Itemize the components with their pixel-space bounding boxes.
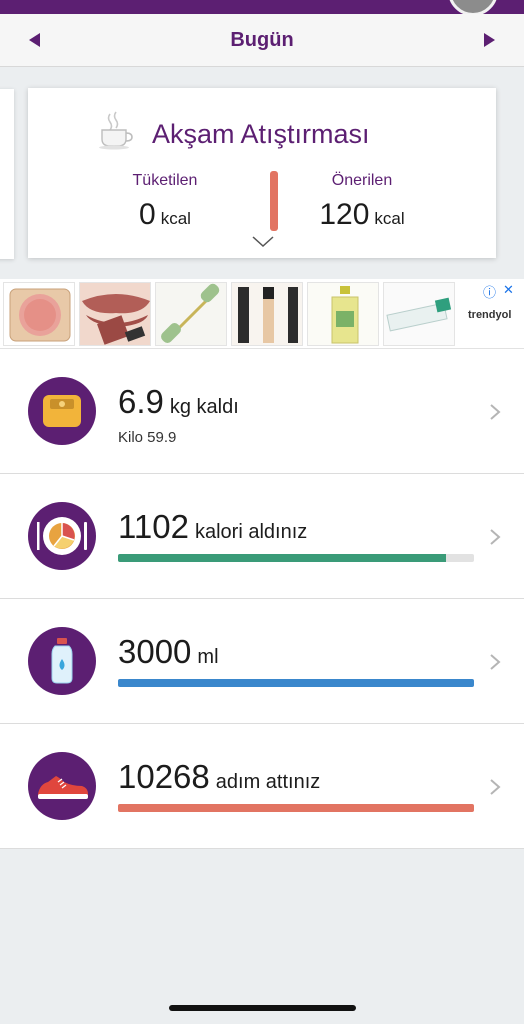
coffee-cup-icon bbox=[99, 111, 133, 150]
ad-close-icon[interactable]: ✕ bbox=[503, 282, 514, 298]
water-suffix: ml bbox=[197, 646, 219, 668]
steps-progress-fill bbox=[118, 804, 474, 812]
water-value: 3000 bbox=[118, 633, 192, 670]
consumed-unit: kcal bbox=[160, 209, 191, 228]
blush-product-image[interactable] bbox=[3, 282, 75, 346]
calories-row[interactable]: 1102 kalori aldınız bbox=[0, 474, 524, 599]
meal-carousel[interactable]: Akşam Atıştırması Tüketilen 0 kcal Öneril… bbox=[0, 67, 524, 279]
water-progress-fill bbox=[118, 679, 474, 687]
plate-icon bbox=[28, 502, 96, 570]
steps-value: 10268 bbox=[118, 758, 210, 795]
steps-suffix: adım attınız bbox=[215, 771, 321, 793]
consumed-label: Tüketilen bbox=[132, 172, 198, 189]
top-bar bbox=[0, 0, 524, 14]
chevron-right-icon bbox=[490, 654, 501, 670]
consumed-number: 0 bbox=[139, 198, 156, 231]
steps-row[interactable]: 10268 adım attınız bbox=[0, 724, 524, 849]
current-weight-label: Kilo 59.9 bbox=[118, 429, 177, 446]
weight-remaining-value: 6.9 bbox=[118, 383, 164, 420]
meal-card[interactable]: Akşam Atıştırması Tüketilen 0 kcal Öneril… bbox=[28, 88, 496, 258]
date-title: Bugün bbox=[230, 29, 294, 51]
next-day-arrow-icon[interactable] bbox=[484, 33, 495, 47]
recommended-unit: kcal bbox=[374, 209, 405, 228]
consumed-value: 0 kcal bbox=[85, 198, 245, 232]
chevron-right-icon bbox=[490, 779, 501, 795]
concealer-product-image[interactable] bbox=[231, 282, 303, 346]
weight-remaining-suffix: kg kaldı bbox=[169, 396, 239, 418]
date-navigator: Bugün bbox=[0, 14, 524, 67]
chevron-right-icon bbox=[490, 404, 501, 420]
weight-row[interactable]: 6.9 kg kaldı Kilo 59.9 bbox=[0, 349, 524, 474]
meal-progress-bar bbox=[270, 171, 278, 231]
lipstick-product-image[interactable] bbox=[79, 282, 151, 346]
sneaker-icon bbox=[28, 752, 96, 820]
chevron-right-icon bbox=[490, 529, 501, 545]
daily-summary-list: 6.9 kg kaldı Kilo 59.9 1102 kalori aldınız bbox=[0, 349, 524, 849]
previous-meal-card[interactable] bbox=[0, 89, 14, 259]
ad-info-icon[interactable]: ⓘ bbox=[483, 282, 496, 301]
home-indicator[interactable] bbox=[169, 1005, 356, 1011]
recommended-label: Önerilen bbox=[331, 172, 393, 189]
bottle-product-image[interactable] bbox=[307, 282, 379, 346]
meal-title: Akşam Atıştırması bbox=[152, 119, 370, 149]
scale-icon bbox=[28, 377, 96, 445]
calories-progress-fill bbox=[118, 554, 446, 562]
toothpaste-product-image[interactable] bbox=[383, 282, 455, 346]
calories-value: 1102 bbox=[118, 508, 189, 545]
chevron-down-icon[interactable] bbox=[252, 236, 274, 248]
weight-main: 6.9 kg kaldı bbox=[118, 383, 239, 421]
calories-progress-bar bbox=[118, 554, 474, 562]
calories-suffix: kalori aldınız bbox=[194, 521, 308, 543]
jade-roller-product-image[interactable] bbox=[155, 282, 227, 346]
recommended-value: 120 kcal bbox=[282, 198, 442, 232]
steps-progress-bar bbox=[118, 804, 474, 812]
steps-main: 10268 adım attınız bbox=[118, 758, 320, 796]
water-main: 3000 ml bbox=[118, 633, 219, 671]
calories-main: 1102 kalori aldınız bbox=[118, 508, 307, 546]
recommended-number: 120 bbox=[319, 198, 370, 231]
ad-brand-label: trendyol bbox=[468, 309, 512, 321]
water-bottle-icon bbox=[28, 627, 96, 695]
water-row[interactable]: 3000 ml bbox=[0, 599, 524, 724]
water-progress-bar bbox=[118, 679, 474, 687]
ad-banner[interactable]: ⓘ ✕ trendyol bbox=[0, 279, 524, 349]
